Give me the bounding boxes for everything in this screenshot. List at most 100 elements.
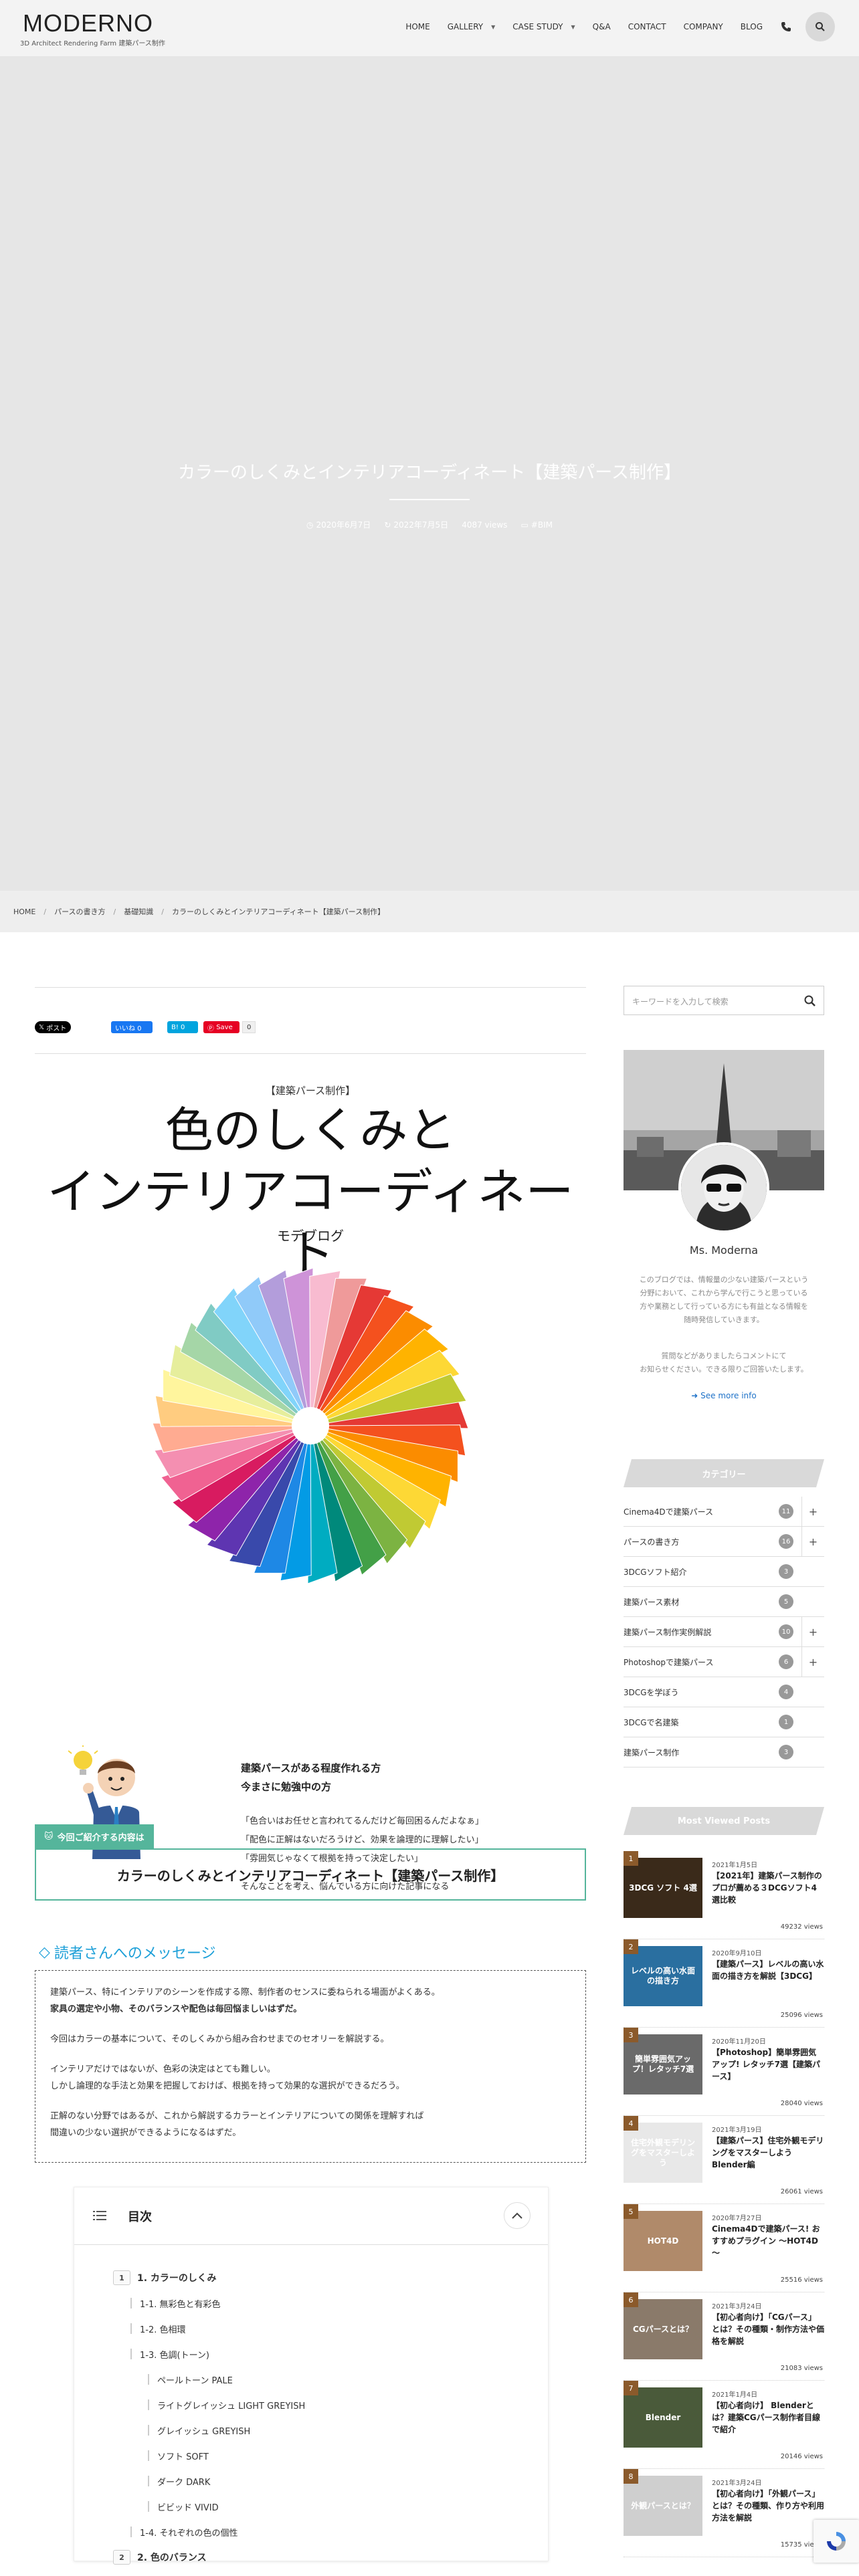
breadcrumb-separator: /	[43, 907, 47, 916]
hatena-label: B! 0	[171, 1023, 185, 1031]
caret-down-icon: ▼	[571, 23, 575, 30]
toc-item[interactable]: 1-4. それぞれの色の個性	[113, 2519, 305, 2545]
post-thumbnail[interactable]: HOT4D	[624, 2211, 702, 2271]
post-thumbnail[interactable]: 3DCG ソフト 4選	[624, 1858, 702, 1918]
popular-post-item[interactable]: 外観パースとは？ 8 2021年3月24日 【初心者向け】「外観パース」とは？その種類…	[624, 2469, 824, 2557]
toc-item[interactable]: 1 1. カラーのしくみ	[113, 2265, 305, 2290]
toc-item-label: 2. 色のバランス	[137, 2553, 207, 2563]
nav-home[interactable]: HOME	[405, 22, 430, 31]
toc-item[interactable]: ビビッド VIVID	[113, 2494, 305, 2519]
toc-item[interactable]: ダーク DARK	[113, 2468, 305, 2494]
thumbnail-image: 簡単雰囲気アップ！レタッチ7選	[624, 2034, 702, 2095]
post-thumbnail[interactable]: 外観パースとは？	[624, 2476, 702, 2536]
phone-icon[interactable]	[779, 19, 793, 34]
share-x-button[interactable]: 𝕏 ポスト	[35, 1021, 71, 1033]
category-label: Photoshopで建築パース	[624, 1657, 714, 1667]
breadcrumb-category[interactable]: パースの書き方	[54, 906, 105, 917]
post-title[interactable]: 【2021年】建築パース制作のプロが薦める３DCGソフト4選比較	[712, 1870, 824, 1906]
see-more-label: See more info	[700, 1391, 757, 1400]
category-count: 10	[779, 1624, 793, 1639]
popular-post-item[interactable]: 住宅外観モデリングをマスターしよう 4 2021年3月19日 【建築パース】住宅外観モ…	[624, 2116, 824, 2204]
post-thumbnail[interactable]: 住宅外観モデリングをマスターしよう	[624, 2123, 702, 2183]
category-count: 6	[779, 1654, 793, 1669]
author-profile: Ms. Moderna このブログでは、情報量の少ない建築パースという 分野にお…	[624, 1050, 824, 1400]
message-text: 間違いの少ない選択ができるようになるはずだ。	[50, 2128, 242, 2138]
post-thumbnail[interactable]: 簡単雰囲気アップ！レタッチ7選	[624, 2034, 702, 2095]
site-logo[interactable]: MODERNO	[23, 9, 153, 37]
post-title[interactable]: 【建築パース】レベルの高い水面の描き方を解説【3DCG】	[712, 1958, 824, 1982]
category-item[interactable]: 建築パース制作 3	[624, 1737, 824, 1767]
post-title[interactable]: Cinema4Dで建築パース! おすすめプラグイン ～HOT4D～	[712, 2223, 824, 2259]
facebook-like-button[interactable]: いいね 0	[111, 1021, 153, 1033]
category-label: 3DCGで名建築	[624, 1717, 679, 1727]
category-item[interactable]: 建築パース素材 5	[624, 1587, 824, 1617]
nav-blog[interactable]: BLOG	[741, 22, 763, 31]
toc-item[interactable]: グレイッシュ GREYISH	[113, 2418, 305, 2443]
toc-item[interactable]: ペールトーン PALE	[113, 2367, 305, 2392]
popular-post-item[interactable]: レベルの高い水面の描き方 2 2020年9月10日 【建築パース】レベルの高い水面の描…	[624, 1939, 824, 2028]
post-views: 25516 views	[780, 2276, 823, 2284]
category-count: 3	[779, 1745, 793, 1759]
post-thumbnail[interactable]: レベルの高い水面の描き方	[624, 1946, 702, 2006]
post-views: 25096 views	[780, 2012, 823, 2019]
post-views: 28040 views	[780, 2100, 823, 2107]
toc-item[interactable]: 2 2. 色のバランス	[113, 2545, 305, 2570]
nav-case-study-label: CASE STUDY	[512, 22, 563, 31]
popular-post-item[interactable]: HOT4D 5 2020年7月27日 Cinema4Dで建築パース! おすすめプラグイ…	[624, 2204, 824, 2292]
post-date: 2020年9月10日	[712, 1950, 762, 1957]
author-bio: このブログでは、情報量の少ない建築パースという 分野において、これから学んで行こ…	[629, 1273, 819, 1327]
nav-case-study[interactable]: CASE STUDY ▼	[512, 22, 575, 31]
post-thumbnail[interactable]: CGパースとは？	[624, 2299, 702, 2359]
category-item[interactable]: 3DCGで名建築 1	[624, 1707, 824, 1737]
post-thumbnail[interactable]: Blender	[624, 2387, 702, 2448]
post-title[interactable]: 【初心者向け】「外観パース」とは？その種類、作り方や利用方法を解説	[712, 2488, 824, 2524]
category-item[interactable]: Photoshopで建築パース 6 +	[624, 1647, 824, 1677]
category-count: 5	[779, 1594, 793, 1609]
post-title[interactable]: 【初心者向け】 Blenderとは？建築CGパース制作者目線で紹介	[712, 2399, 824, 2436]
recaptcha-badge[interactable]	[814, 2520, 859, 2563]
toc-collapse-button[interactable]	[504, 2202, 531, 2229]
popular-post-item[interactable]: Blender 7 2021年1月4日 【初心者向け】 Blenderとは？建築CGパ…	[624, 2381, 824, 2469]
toc-item[interactable]: 1-1. 無彩色と有彩色	[113, 2290, 305, 2316]
pinterest-save-button[interactable]: Ⓟ Save	[203, 1021, 240, 1033]
category-item[interactable]: 3DCGソフト紹介 3	[624, 1557, 824, 1587]
post-tag[interactable]: ▭ #BIM	[520, 519, 553, 530]
post-views: 26061 views	[780, 2188, 823, 2195]
eyecatch-title: 色のしくみと インテリアコーディネート	[35, 1099, 586, 1284]
category-item[interactable]: Cinema4Dで建築パース 11 +	[624, 1497, 824, 1527]
nav-gallery[interactable]: GALLERY ▼	[448, 22, 496, 31]
breadcrumb-separator: /	[161, 907, 164, 916]
toc-item[interactable]: 1-2. 色相環	[113, 2316, 305, 2341]
popular-posts-list: 3DCG ソフト 4選 1 2021年1月5日 【2021年】建築パース制作のプロが薦…	[624, 1851, 824, 2557]
toc-item-label: ペールトーン PALE	[157, 2375, 233, 2386]
post-title[interactable]: 【建築パース】住宅外観モデリングをマスターしよう Blender編	[712, 2135, 824, 2171]
post-title[interactable]: 【初心者向け】「CGパース」とは？その種類・制作方法や価格を解説	[712, 2311, 824, 2347]
category-item[interactable]: 建築パース制作実例解説 10 +	[624, 1617, 824, 1647]
nav-company[interactable]: COMPANY	[684, 22, 723, 31]
toc-item[interactable]: 1-3. 色調(トーン)	[113, 2341, 305, 2367]
sidebar-search-input[interactable]: キーワードを入力して検索	[624, 986, 824, 1015]
popular-post-item[interactable]: 簡単雰囲気アップ！レタッチ7選 3 2020年11月20日 【Photoshop】簡単…	[624, 2028, 824, 2116]
breadcrumb-subcategory[interactable]: 基礎知識	[124, 906, 153, 917]
toc-item[interactable]: ライトグレイッシュ LIGHT GREYISH	[113, 2392, 305, 2418]
expand-icon[interactable]: +	[801, 1497, 824, 1526]
toc-item[interactable]: ソフト SOFT	[113, 2443, 305, 2468]
expand-icon[interactable]: +	[801, 1527, 824, 1556]
popular-post-item[interactable]: CGパースとは？ 6 2021年3月24日 【初心者向け】「CGパース」とは？その種類…	[624, 2292, 824, 2381]
nav-qa[interactable]: Q&A	[593, 22, 611, 31]
nav-contact[interactable]: CONTACT	[628, 22, 666, 31]
recaptcha-icon	[827, 2532, 846, 2551]
expand-icon[interactable]: +	[801, 1647, 824, 1677]
category-item[interactable]: 3DCGを学ぼう 4	[624, 1677, 824, 1707]
expand-icon[interactable]: +	[801, 1617, 824, 1646]
topic-box-label: 🐱 今回ご紹介する内容は	[35, 1824, 154, 1848]
post-title[interactable]: 【Photoshop】簡単雰囲気アップ! レタッチ7選【建築パース】	[712, 2046, 824, 2082]
toc-number: 1	[113, 2270, 130, 2285]
search-icon[interactable]	[803, 994, 817, 1008]
see-more-link[interactable]: ➜ See more info	[624, 1391, 824, 1400]
popular-post-item[interactable]: 3DCG ソフト 4選 1 2021年1月5日 【2021年】建築パース制作のプロが薦…	[624, 1851, 824, 1939]
breadcrumb-home[interactable]: HOME	[13, 907, 35, 916]
hatena-bookmark-button[interactable]: B! 0	[167, 1021, 198, 1033]
search-icon[interactable]	[805, 12, 835, 41]
category-item[interactable]: パースの書き方 16 +	[624, 1527, 824, 1557]
